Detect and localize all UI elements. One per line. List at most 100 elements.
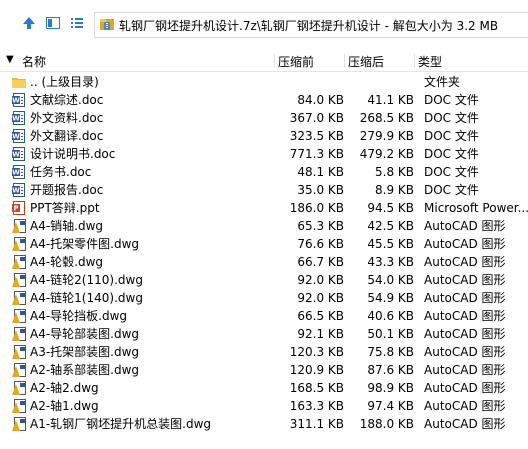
original-size: 186.0 KB: [289, 201, 344, 215]
table-row[interactable]: A2-轴2.dwg 168.5 KB 98.9 KB AutoCAD 图形: [0, 379, 528, 397]
dwg-icon: [11, 290, 27, 306]
svg-text:W: W: [12, 187, 20, 195]
original-size: 35.0 KB: [297, 183, 344, 197]
original-size: 120.3 KB: [289, 345, 344, 359]
compressed-size: 40.6 KB: [367, 309, 414, 323]
doc-icon: W: [11, 110, 27, 126]
dwg-icon: [11, 362, 27, 378]
compressed-size: 97.4 KB: [367, 399, 414, 413]
file-name: 设计说明书.doc: [30, 147, 116, 161]
table-row[interactable]: W 外文翻译.doc 323.5 KB 279.9 KB DOC 文件: [0, 127, 528, 145]
original-size: 120.9 KB: [289, 363, 344, 377]
table-row[interactable]: W 文献综述.doc 84.0 KB 41.1 KB DOC 文件: [0, 91, 528, 109]
path-bar[interactable]: 轧钢厂钢坯提升机设计.7z\轧钢厂钢坯提升机设计 - 解包大小为 3.2 MB: [94, 12, 528, 38]
file-name: 文献综述.doc: [30, 93, 104, 107]
compressed-size: 75.8 KB: [367, 345, 414, 359]
compressed-size: 43.3 KB: [367, 255, 414, 269]
file-type: AutoCAD 图形: [424, 219, 506, 233]
column-type[interactable]: 类型: [418, 53, 442, 70]
svg-text:W: W: [12, 169, 20, 177]
file-type: AutoCAD 图形: [424, 417, 506, 431]
archive-icon: [99, 16, 115, 35]
file-name: A4-销轴.dwg: [30, 219, 104, 233]
file-name: 开题报告.doc: [30, 183, 104, 197]
file-type: 文件夹: [424, 75, 461, 89]
table-row[interactable]: A4-销轴.dwg 65.3 KB 42.5 KB AutoCAD 图形: [0, 217, 528, 235]
compressed-size: 268.5 KB: [359, 111, 414, 125]
original-size: 76.6 KB: [297, 237, 344, 251]
table-row[interactable]: A1-轧钢厂钢坯提升机总装图.dwg 311.1 KB 188.0 KB AutoCA…: [0, 415, 528, 433]
compressed-size: 87.6 KB: [367, 363, 414, 377]
column-divider[interactable]: [344, 54, 345, 68]
file-name: A2-轴2.dwg: [30, 381, 99, 395]
dwg-icon: [11, 326, 27, 342]
original-size: 311.1 KB: [289, 417, 344, 431]
column-divider[interactable]: [414, 54, 415, 68]
original-size: 66.7 KB: [297, 255, 344, 269]
file-name: 外文翻译.doc: [30, 129, 104, 143]
table-row[interactable]: P PPT答辩.ppt 186.0 KB 94.5 KB Microsoft Power…: [0, 199, 528, 217]
compressed-size: 54.9 KB: [367, 291, 414, 305]
compressed-size: 5.8 KB: [375, 165, 414, 179]
table-row[interactable]: W 设计说明书.doc 771.3 KB 479.2 KB DOC 文件: [0, 145, 528, 163]
file-name: A2-轴系部装图.dwg: [30, 363, 140, 377]
dwg-icon: [11, 218, 27, 234]
table-row[interactable]: A3-托架部装图.dwg 120.3 KB 75.8 KB AutoCAD 图形: [0, 343, 528, 361]
table-row[interactable]: A4-托架零件图.dwg 76.6 KB 45.5 KB AutoCAD 图形: [0, 235, 528, 253]
compressed-size: 42.5 KB: [367, 219, 414, 233]
table-row[interactable]: A4-链轮2(110).dwg 92.0 KB 54.0 KB AutoCAD 图形: [0, 271, 528, 289]
column-divider[interactable]: [274, 54, 275, 68]
compressed-size: 8.9 KB: [375, 183, 414, 197]
column-original-size[interactable]: 压缩前: [278, 53, 314, 70]
up-arrow-icon[interactable]: [18, 12, 40, 34]
table-row[interactable]: A2-轴系部装图.dwg 120.9 KB 87.6 KB AutoCAD 图形: [0, 361, 528, 379]
table-row[interactable]: A4-导轮部装图.dwg 92.1 KB 50.1 KB AutoCAD 图形: [0, 325, 528, 343]
doc-icon: W: [11, 182, 27, 198]
view-icon[interactable]: [42, 12, 64, 34]
compressed-size: 188.0 KB: [359, 417, 414, 431]
table-row[interactable]: A2-轴1.dwg 163.3 KB 97.4 KB AutoCAD 图形: [0, 397, 528, 415]
file-name: A4-托架零件图.dwg: [30, 237, 140, 251]
dwg-icon: [11, 344, 27, 360]
compressed-size: 45.5 KB: [367, 237, 414, 251]
table-row[interactable]: A4-轮毂.dwg 66.7 KB 43.3 KB AutoCAD 图形: [0, 253, 528, 271]
file-name: .. (上级目录): [30, 75, 99, 89]
table-row[interactable]: A4-链轮1(140).dwg 92.0 KB 54.9 KB AutoCAD 图形: [0, 289, 528, 307]
table-row[interactable]: W 开题报告.doc 35.0 KB 8.9 KB DOC 文件: [0, 181, 528, 199]
compressed-size: 50.1 KB: [367, 327, 414, 341]
file-name: A2-轴1.dwg: [30, 399, 99, 413]
original-size: 65.3 KB: [297, 219, 344, 233]
toolbar: 轧钢厂钢坯提升机设计.7z\轧钢厂钢坯提升机设计 - 解包大小为 3.2 MB: [0, 0, 528, 46]
svg-text:W: W: [12, 115, 20, 123]
svg-text:W: W: [12, 97, 20, 105]
column-compressed-size[interactable]: 压缩后: [348, 53, 384, 70]
svg-text:P: P: [13, 205, 18, 213]
file-type: AutoCAD 图形: [424, 363, 506, 377]
table-row[interactable]: .. (上级目录) 文件夹: [0, 73, 528, 91]
table-row[interactable]: W 外文资料.doc 367.0 KB 268.5 KB DOC 文件: [0, 109, 528, 127]
file-type: AutoCAD 图形: [424, 255, 506, 269]
column-name[interactable]: 名称: [22, 53, 46, 70]
file-name: A4-导轮部装图.dwg: [30, 327, 140, 341]
original-size: 48.1 KB: [297, 165, 344, 179]
compressed-size: 94.5 KB: [367, 201, 414, 215]
original-size: 163.3 KB: [289, 399, 344, 413]
table-row[interactable]: A4-导轮挡板.dwg 66.5 KB 40.6 KB AutoCAD 图形: [0, 307, 528, 325]
doc-icon: W: [11, 92, 27, 108]
file-name: 外文资料.doc: [30, 111, 104, 125]
doc-icon: W: [11, 146, 27, 162]
original-size: 168.5 KB: [289, 381, 344, 395]
sort-down-icon[interactable]: ▼: [6, 54, 14, 65]
list-view-icon[interactable]: [66, 12, 88, 34]
file-type: AutoCAD 图形: [424, 381, 506, 395]
file-type: DOC 文件: [424, 183, 479, 197]
table-row[interactable]: W 任务书.doc 48.1 KB 5.8 KB DOC 文件: [0, 163, 528, 181]
file-type: AutoCAD 图形: [424, 345, 506, 359]
file-type: AutoCAD 图形: [424, 291, 506, 305]
dwg-icon: [11, 308, 27, 324]
file-type: DOC 文件: [424, 147, 479, 161]
dwg-icon: [11, 254, 27, 270]
file-type: DOC 文件: [424, 165, 479, 179]
file-name: PPT答辩.ppt: [30, 201, 100, 215]
compressed-size: 41.1 KB: [367, 93, 414, 107]
